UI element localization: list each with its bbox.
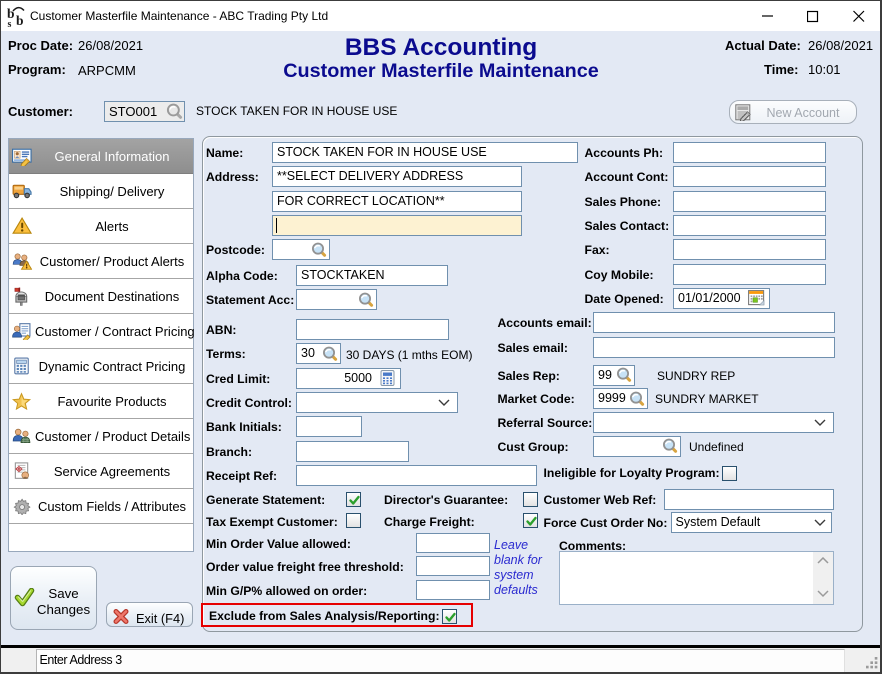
svg-text:b: b: [16, 13, 24, 28]
svg-text:s: s: [8, 19, 12, 29]
